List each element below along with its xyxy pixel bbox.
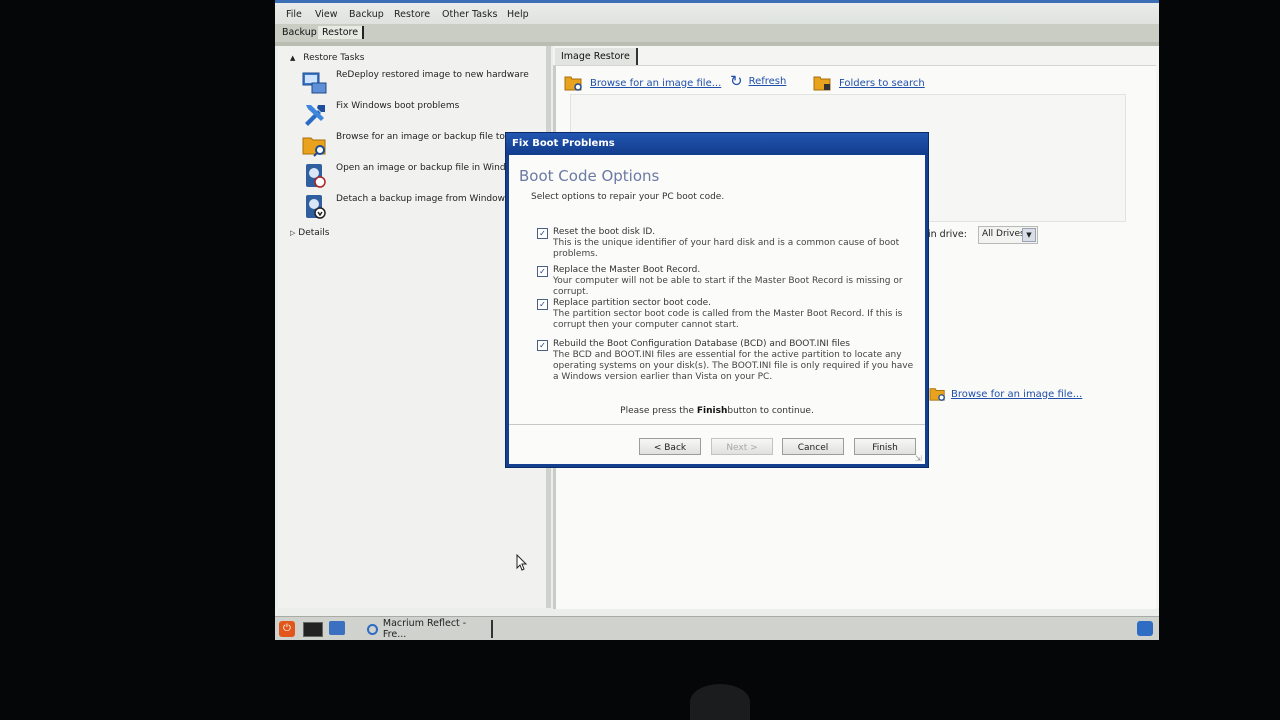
menu-file[interactable]: File <box>286 9 302 20</box>
restore-tasks-header[interactable]: ▲ Restore Tasks <box>290 53 364 63</box>
expand-triangle-icon: ▷ <box>290 229 296 237</box>
dialog-subtitle: Select options to repair your PC boot co… <box>531 192 725 202</box>
finish-button[interactable]: Finish <box>854 438 916 455</box>
taskbar: ⏻ Macrium Reflect - Fre... <box>275 616 1159 640</box>
task-fix-boot-label: Fix Windows boot problems <box>336 101 460 111</box>
drive-select-value: All Drives <box>982 229 1025 239</box>
reset-disk-id-checkbox[interactable]: ✓ <box>537 228 548 239</box>
chevron-down-icon: ▼ <box>1022 228 1036 242</box>
task-browse-label: Browse for an image or backup file to re… <box>336 132 526 142</box>
next-button[interactable]: Next > <box>711 438 773 455</box>
menu-help[interactable]: Help <box>507 9 529 20</box>
option-description: The partition sector boot code is called… <box>553 309 903 330</box>
resize-grip-icon[interactable]: ⇲ <box>915 454 923 463</box>
collapse-triangle-icon: ▲ <box>290 54 296 62</box>
folder-search-icon <box>564 76 582 91</box>
menu-other-tasks[interactable]: Other Tasks <box>442 9 497 20</box>
taskbar-app-macrium[interactable]: Macrium Reflect - Fre... <box>367 618 493 640</box>
back-button[interactable]: < Back <box>639 438 701 455</box>
finish-hint: Please press the Finishbutton to continu… <box>620 406 814 416</box>
tab-restore[interactable]: Restore <box>318 26 365 39</box>
folder-search-icon <box>929 388 945 401</box>
folders-to-search-link[interactable]: Folders to search <box>813 74 925 92</box>
option-description: Your computer will not be able to start … <box>553 276 903 297</box>
disk-image-detach-icon <box>306 195 326 219</box>
mouse-pointer-icon <box>516 554 528 571</box>
tab-backup[interactable]: Backup <box>278 26 321 39</box>
drive-filter-label: in drive: <box>928 229 967 240</box>
menu-restore[interactable]: Restore <box>394 9 430 20</box>
macrium-app-icon <box>367 623 378 635</box>
option-title: Reset the boot disk ID. <box>553 227 656 237</box>
menu-backup[interactable]: Backup <box>349 9 384 20</box>
drive-select[interactable]: All Drives ▼ <box>978 226 1038 244</box>
browse-image-link-secondary[interactable]: Browse for an image file... <box>929 386 1082 402</box>
network-icon[interactable] <box>329 621 345 635</box>
dialog-divider <box>509 424 925 425</box>
menu-bar: File View Backup Restore Other Tasks Hel… <box>275 0 1159 24</box>
details-section[interactable]: ▷ Details <box>290 228 329 238</box>
folder-lock-icon <box>813 76 831 91</box>
option-title: Replace the Master Boot Record. <box>553 265 701 275</box>
browse-image-link[interactable]: Browse for an image file... <box>564 74 721 92</box>
cancel-button[interactable]: Cancel <box>782 438 844 455</box>
partition-boot-code-checkbox[interactable]: ✓ <box>537 299 548 310</box>
folder-search-icon <box>302 137 326 157</box>
task-redeploy-label: ReDeploy restored image to new hardware <box>336 70 529 80</box>
disk-image-open-icon <box>306 164 326 188</box>
option-title: Replace partition sector boot code. <box>553 298 711 308</box>
task-detach-label: Detach a backup image from Windows Ex <box>336 194 524 204</box>
tools-icon <box>305 105 325 126</box>
fix-boot-problems-dialog: Fix Boot Problems Boot Code Options Sele… <box>505 132 929 468</box>
terminal-icon[interactable] <box>303 622 323 637</box>
tab-image-restore[interactable]: Image Restore <box>555 48 638 65</box>
rebuild-bcd-checkbox[interactable]: ✓ <box>537 340 548 351</box>
power-icon[interactable]: ⏻ <box>279 621 295 637</box>
main-tabs: Backup Restore <box>275 24 1159 42</box>
dialog-title[interactable]: Fix Boot Problems <box>506 133 928 155</box>
option-description: This is the unique identifier of your ha… <box>553 238 900 259</box>
dialog-heading: Boot Code Options <box>519 167 660 185</box>
option-title: Rebuild the Boot Configuration Database … <box>553 339 850 349</box>
dialog-body: Boot Code Options Select options to repa… <box>509 155 925 464</box>
refresh-link[interactable]: ↻ Refresh <box>730 72 786 90</box>
redeploy-hardware-icon <box>302 72 327 94</box>
option-description: The BCD and BOOT.INI files are essential… <box>553 350 914 382</box>
replace-mbr-checkbox[interactable]: ✓ <box>537 266 548 277</box>
tray-network-icon[interactable] <box>1137 621 1153 636</box>
monitor-bezel-button <box>690 684 750 720</box>
menu-view[interactable]: View <box>315 9 338 20</box>
refresh-icon: ↻ <box>730 72 743 90</box>
task-open-explorer-label: Open an image or backup file in Windows <box>336 163 524 173</box>
